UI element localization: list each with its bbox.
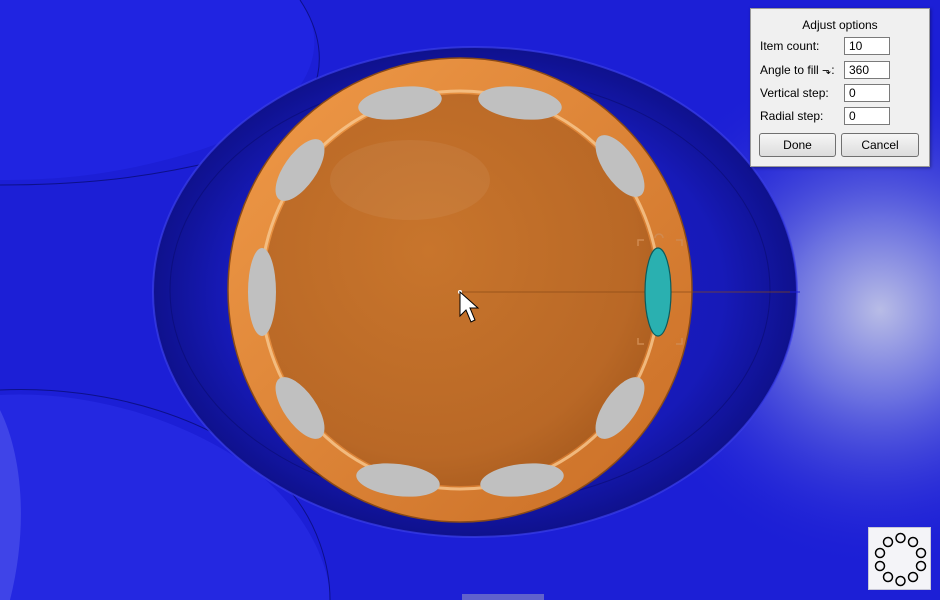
dialog-title: Adjust options [802,18,878,32]
item-count-input[interactable] [844,37,890,55]
angle-to-fill-label: Angle to fill ⬎: [760,63,835,77]
vertical-step-label: Vertical step: [760,86,829,100]
circle-pattern-button[interactable] [868,527,931,590]
adjust-options-dialog: Adjust options Item count: Angle to fill… [750,8,930,167]
circle-pattern-icon [874,532,927,587]
item-count-label: Item count: [760,39,820,53]
radial-step-label: Radial step: [760,109,824,123]
bottom-toolbar-edge[interactable] [462,594,544,600]
ellipse-slot[interactable] [248,248,276,336]
radial-step-input[interactable] [844,107,890,125]
done-button[interactable]: Done [759,133,836,157]
angle-to-fill-input[interactable] [844,61,890,79]
cancel-button[interactable]: Cancel [841,133,919,157]
rotate-arrow-icon: ⬎ [822,65,832,77]
vertical-step-input[interactable] [844,84,890,102]
